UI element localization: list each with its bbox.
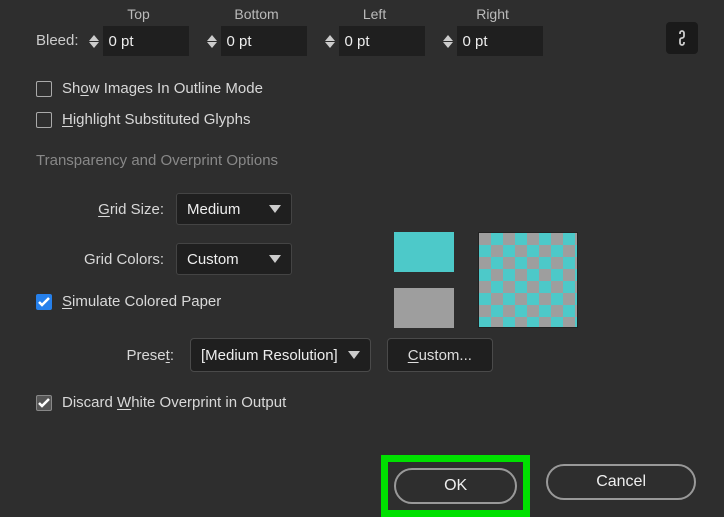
preset-value: [Medium Resolution] <box>201 347 338 364</box>
show-images-label: Show Images In Outline Mode <box>62 80 263 97</box>
chevron-down-icon <box>443 42 453 48</box>
dialog-footer: OK Cancel <box>0 455 724 517</box>
link-icon <box>675 29 689 47</box>
swatch-area <box>394 232 578 328</box>
highlight-glyphs-checkbox-row[interactable]: Highlight Substituted Glyphs <box>36 111 688 128</box>
grid-colors-value: Custom <box>187 251 239 268</box>
chevron-up-icon <box>325 35 335 41</box>
ok-button[interactable]: OK <box>394 468 517 504</box>
grid-size-row: Grid Size: Medium <box>36 193 688 225</box>
preset-label: Preset: <box>36 347 174 364</box>
show-images-checkbox[interactable] <box>36 81 52 97</box>
discard-overprint-label: Discard White Overprint in Output <box>62 394 286 411</box>
transparency-preview <box>478 232 578 328</box>
chevron-down-icon <box>89 42 99 48</box>
chevron-down-icon <box>348 351 360 359</box>
bleed-col-top: Top <box>89 6 189 56</box>
highlight-glyphs-checkbox[interactable] <box>36 112 52 128</box>
bleed-header-right: Right <box>476 6 509 22</box>
stepper-right[interactable] <box>443 35 453 48</box>
bleed-header-bottom: Bottom <box>234 6 278 22</box>
bleed-header-top: Top <box>127 6 150 22</box>
show-images-checkbox-row[interactable]: Show Images In Outline Mode <box>36 80 688 97</box>
bleed-input-right[interactable] <box>457 26 543 56</box>
discard-overprint-checkbox[interactable] <box>36 395 52 411</box>
bleed-col-left: Left <box>325 6 425 56</box>
grid-size-select[interactable]: Medium <box>176 193 292 225</box>
bleed-input-top[interactable] <box>103 26 189 56</box>
bleed-input-bottom[interactable] <box>221 26 307 56</box>
color-swatch-background[interactable] <box>394 288 454 328</box>
grid-colors-label: Grid Colors: <box>36 251 176 268</box>
custom-button[interactable]: Custom... <box>387 338 493 372</box>
bleed-col-right: Right <box>443 6 543 56</box>
check-icon <box>38 297 50 307</box>
discard-overprint-row[interactable]: Discard White Overprint in Output <box>36 394 688 411</box>
stepper-bottom[interactable] <box>207 35 217 48</box>
chevron-down-icon <box>325 42 335 48</box>
stepper-top[interactable] <box>89 35 99 48</box>
check-icon <box>38 398 50 408</box>
grid-size-value: Medium <box>187 201 240 218</box>
link-values-button[interactable] <box>666 22 698 54</box>
bleed-header-left: Left <box>363 6 386 22</box>
simulate-paper-row[interactable]: Simulate Colored Paper <box>36 293 688 310</box>
bleed-row: Bleed: Top Bottom Left <box>36 0 688 56</box>
stepper-left[interactable] <box>325 35 335 48</box>
cancel-button[interactable]: Cancel <box>546 464 696 500</box>
preset-row: Preset: [Medium Resolution] Custom... <box>36 338 688 372</box>
grid-colors-row: Grid Colors: Custom <box>36 243 688 275</box>
transparency-section-header: Transparency and Overprint Options <box>36 152 688 169</box>
grid-size-label: Grid Size: <box>36 201 176 218</box>
simulate-paper-checkbox[interactable] <box>36 294 52 310</box>
chevron-down-icon <box>269 205 281 213</box>
chevron-down-icon <box>207 42 217 48</box>
highlight-glyphs-label: Highlight Substituted Glyphs <box>62 111 250 128</box>
preset-select[interactable]: [Medium Resolution] <box>190 338 371 372</box>
simulate-paper-label: Simulate Colored Paper <box>62 293 221 310</box>
ok-highlight: OK <box>381 455 530 517</box>
chevron-down-icon <box>269 255 281 263</box>
grid-colors-select[interactable]: Custom <box>176 243 292 275</box>
color-swatch-foreground[interactable] <box>394 232 454 272</box>
chevron-up-icon <box>89 35 99 41</box>
chevron-up-icon <box>443 35 453 41</box>
bleed-label: Bleed: <box>36 32 79 56</box>
chevron-up-icon <box>207 35 217 41</box>
bleed-input-left[interactable] <box>339 26 425 56</box>
bleed-col-bottom: Bottom <box>207 6 307 56</box>
